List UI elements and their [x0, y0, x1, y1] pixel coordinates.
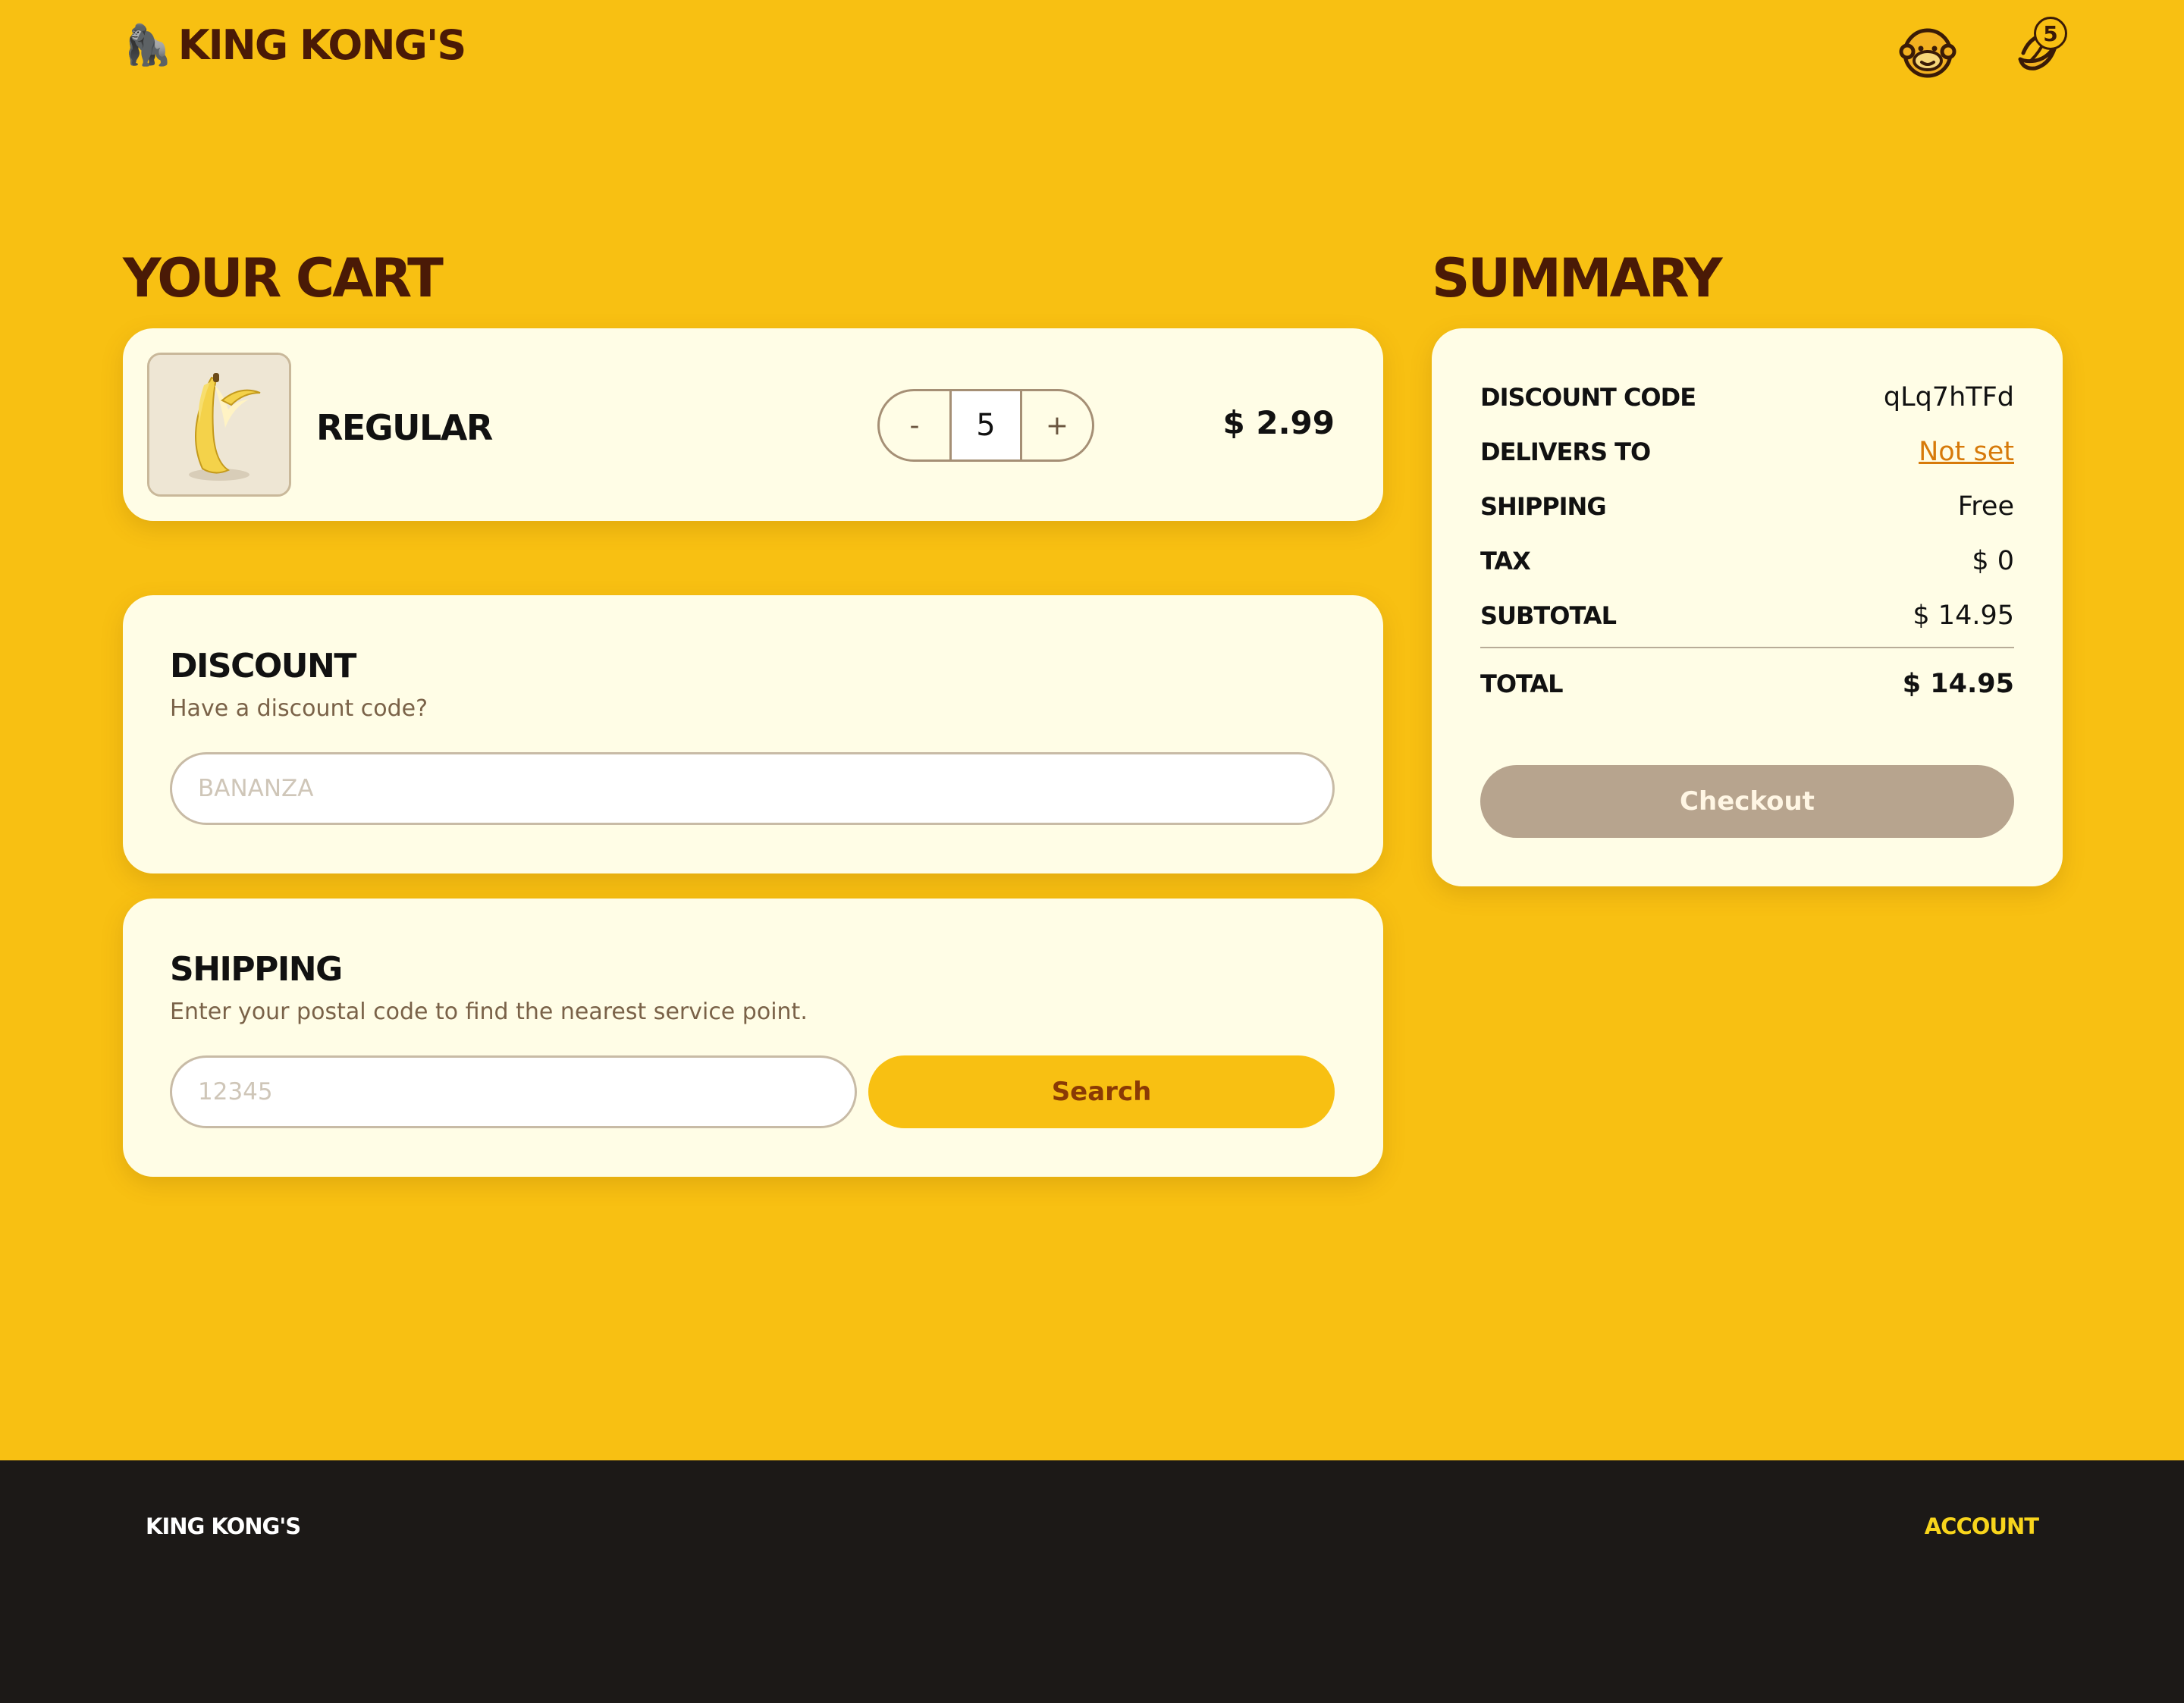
shipping-title: SHIPPING: [170, 950, 343, 989]
footer-brand[interactable]: KING KONG'S: [146, 1513, 301, 1539]
shipping-subtitle: Enter your postal code to find the neare…: [170, 999, 808, 1025]
subtotal-value: $ 14.95: [1913, 601, 2014, 631]
checkout-button[interactable]: Checkout: [1480, 765, 2014, 838]
tax-value: $ 0: [1972, 546, 2014, 576]
summary-label: SHIPPING: [1480, 492, 1607, 521]
discount-card: DISCOUNT Have a discount code?: [123, 595, 1383, 873]
summary-row-delivers-to: DELIVERS TO Not set: [1480, 433, 2014, 471]
footer: KING KONG'S ACCOUNT: [0, 1460, 2184, 1703]
discount-code-value: qLq7hTFd: [1883, 382, 2014, 412]
discount-title: DISCOUNT: [170, 647, 356, 685]
account-button[interactable]: [1897, 20, 1958, 80]
postal-code-input[interactable]: [170, 1055, 857, 1128]
discount-code-input[interactable]: [170, 752, 1335, 825]
cart-count-badge: 5: [2034, 17, 2067, 50]
total-label: TOTAL: [1480, 670, 1564, 698]
monkey-face-icon: [1899, 28, 1956, 78]
brand-name: KING KONG'S: [177, 21, 467, 69]
summary-row-discount: DISCOUNT CODE qLq7hTFd: [1480, 378, 2014, 416]
summary-label: SUBTOTAL: [1480, 601, 1617, 630]
product-image: [147, 353, 291, 497]
delivers-to-link[interactable]: Not set: [1919, 437, 2014, 467]
gorilla-icon: 🦍: [123, 22, 172, 68]
increment-button[interactable]: +: [1022, 391, 1092, 459]
quantity-value[interactable]: 5: [949, 391, 1022, 459]
summary-title: SUMMARY: [1432, 247, 1723, 309]
banana-image: [149, 355, 289, 494]
summary-divider: [1480, 647, 2014, 648]
summary-row-tax: TAX $ 0: [1480, 542, 2014, 580]
summary-row-total: TOTAL $ 14.95: [1480, 665, 2014, 703]
shipping-card: SHIPPING Enter your postal code to find …: [123, 899, 1383, 1177]
brand-logo[interactable]: 🦍 KING KONG'S: [123, 21, 467, 69]
summary-label: TAX: [1480, 547, 1531, 576]
summary-row-shipping: SHIPPING Free: [1480, 488, 2014, 525]
quantity-stepper: - 5 +: [877, 389, 1094, 462]
item-name: REGULAR: [316, 407, 493, 448]
footer-account-link[interactable]: ACCOUNT: [1925, 1513, 2039, 1539]
shipping-value: Free: [1957, 491, 2014, 522]
item-price: $ 2.99: [1222, 404, 1335, 441]
summary-label: DISCOUNT CODE: [1480, 383, 1696, 412]
summary-label: DELIVERS TO: [1480, 438, 1651, 466]
summary-row-subtotal: SUBTOTAL $ 14.95: [1480, 597, 2014, 635]
search-button[interactable]: Search: [868, 1055, 1335, 1128]
total-value: $ 14.95: [1902, 669, 2014, 699]
cart-item-card: REGULAR - 5 + $ 2.99: [123, 328, 1383, 521]
cart-title: YOUR CART: [123, 247, 444, 309]
discount-subtitle: Have a discount code?: [170, 695, 428, 722]
summary-card: DISCOUNT CODE qLq7hTFd DELIVERS TO Not s…: [1432, 328, 2063, 886]
decrement-button[interactable]: -: [880, 391, 949, 459]
